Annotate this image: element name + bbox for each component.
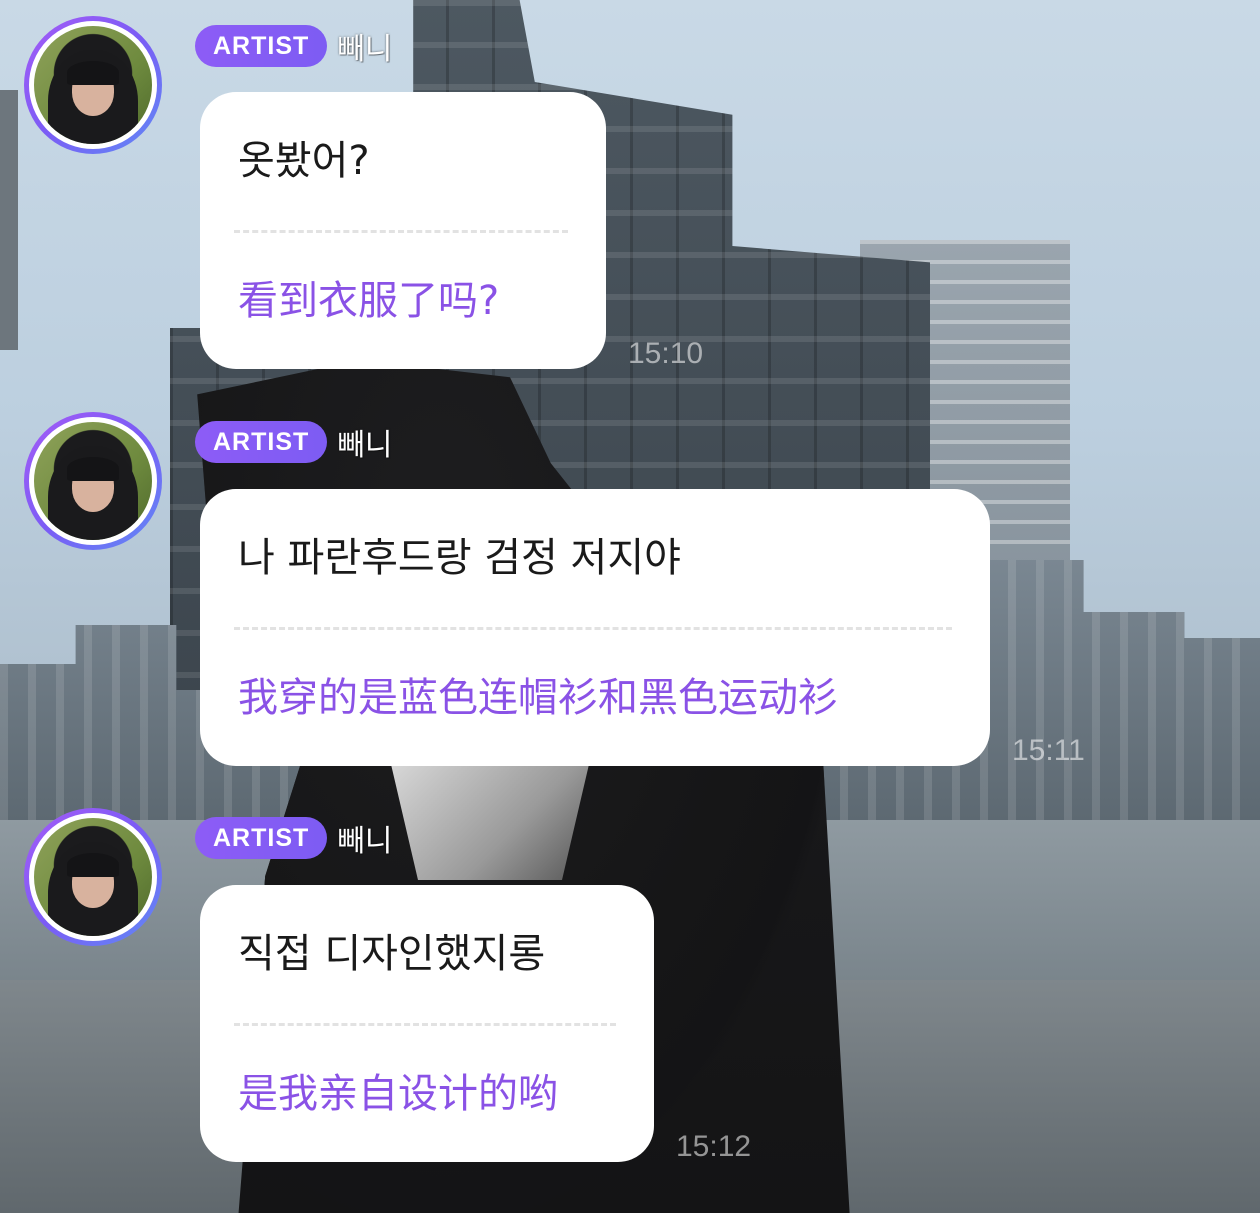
message-timestamp: 15:12	[676, 1130, 752, 1163]
message-original-text: 나 파란후드랑 검정 저지야	[238, 535, 681, 581]
avatar-photo	[29, 813, 157, 941]
artist-badge: ARTIST	[195, 25, 328, 67]
avatar-photo	[29, 21, 157, 149]
artist-avatar[interactable]	[24, 412, 162, 550]
message-translated-text: 我穿的是蓝色连帽衫和黑色运动衫	[238, 675, 838, 721]
sender-row: ARTIST 빼니	[195, 24, 392, 68]
artist-name[interactable]: 빼니	[337, 24, 392, 68]
message-timestamp: 15:10	[628, 337, 704, 370]
message-bubble[interactable]: 나 파란후드랑 검정 저지야 我穿的是蓝色连帽衫和黑色运动衫	[200, 489, 990, 766]
artist-avatar[interactable]	[24, 16, 162, 154]
message-translated-text: 是我亲自设计的哟	[238, 1071, 558, 1117]
artist-badge: ARTIST	[195, 421, 328, 463]
message-translated-text: 看到衣服了吗?	[238, 278, 500, 324]
background-building	[0, 90, 18, 350]
background-shirt	[390, 760, 590, 880]
artist-name[interactable]: 빼니	[337, 420, 392, 464]
artist-avatar[interactable]	[24, 808, 162, 946]
message-timestamp: 15:11	[1012, 734, 1085, 767]
artist-badge: ARTIST	[195, 817, 328, 859]
message-bubble[interactable]: 옷봤어? 看到衣服了吗?	[200, 92, 606, 369]
message-original-text: 옷봤어?	[238, 138, 370, 184]
avatar-photo	[29, 417, 157, 545]
sender-row: ARTIST 빼니	[195, 816, 392, 860]
message-bubble[interactable]: 직접 디자인했지롱 是我亲自设计的哟	[200, 885, 654, 1162]
artist-name[interactable]: 빼니	[337, 816, 392, 860]
sender-row: ARTIST 빼니	[195, 420, 392, 464]
message-original-text: 직접 디자인했지롱	[238, 931, 546, 977]
